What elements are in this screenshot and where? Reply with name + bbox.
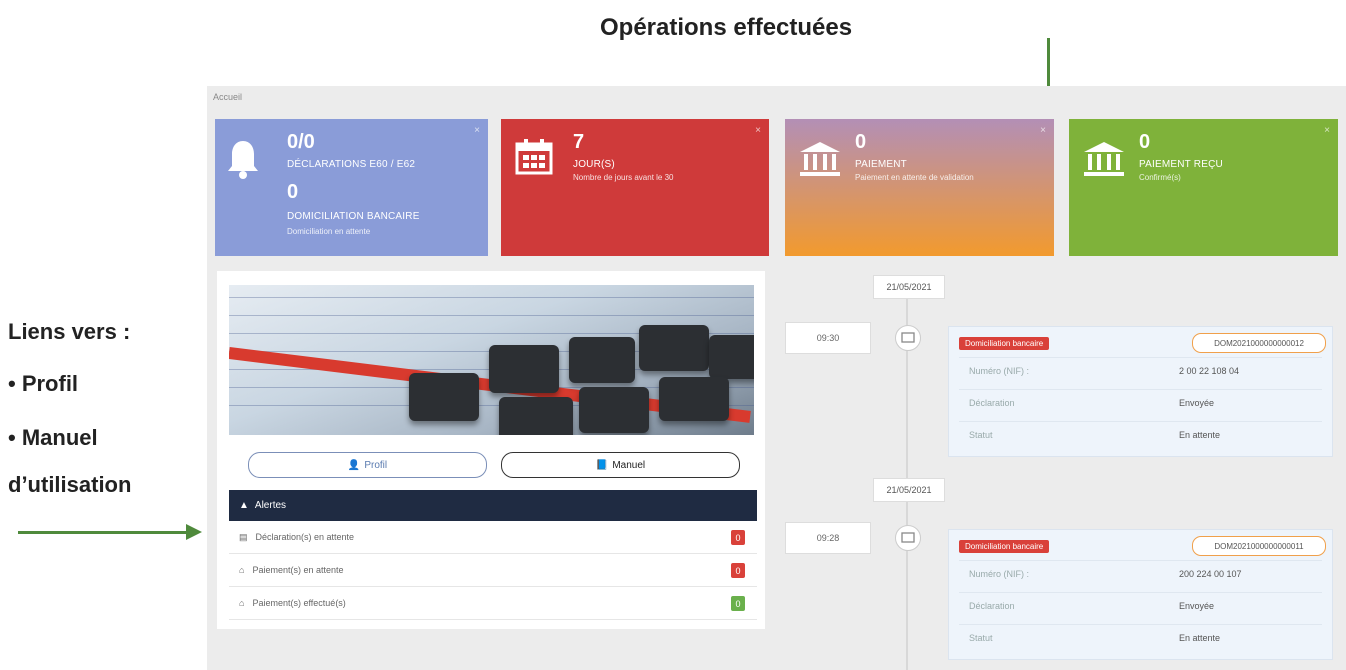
operation-row: Numéro (NIF) : 200 224 00 107 <box>959 560 1322 587</box>
operation-row-key: Déclaration <box>969 398 1015 408</box>
tile-paiement[interactable]: × 0 PAIEMENT Paiement en attente de vali… <box>785 119 1054 256</box>
operation-row-key: Numéro (NIF) : <box>969 569 1030 579</box>
annotation-arrow-right-head <box>186 524 202 540</box>
operation-row: Statut En attente <box>959 421 1322 448</box>
declarations-label: DÉCLARATIONS E60 / E62 <box>287 159 416 170</box>
alert-item-label: Paiement(s) en attente <box>252 565 344 575</box>
bank-icon: ⌂ <box>239 565 245 575</box>
annotation-title: Opérations effectuées <box>600 14 853 41</box>
tile-paiement-recu[interactable]: × 0 PAIEMENT REÇU Confirmé(s) <box>1069 119 1338 256</box>
paiement-recu-label: PAIEMENT REÇU <box>1139 159 1223 170</box>
profil-button[interactable]: 👤 Profil <box>248 452 487 478</box>
domiciliation-label: DOMICILIATION BANCAIRE <box>287 211 420 222</box>
book-icon: 📘 <box>595 459 609 471</box>
annotation-link-profil: • Profil <box>8 371 79 396</box>
operation-reference[interactable]: DOM2021000000000011 <box>1192 536 1326 556</box>
operation-row-key: Déclaration <box>969 601 1015 611</box>
alert-icon: ▲ <box>239 500 249 511</box>
operation-row-value: Envoyée <box>1179 398 1215 408</box>
app-screenshot: Accueil × 0/0 DÉCLARATIONS E60 / E62 0 D… <box>207 86 1346 670</box>
annotation-links-heading: Liens vers : <box>8 319 131 344</box>
alerts-title: Alertes <box>254 500 287 511</box>
jours-sub: Nombre de jours avant le 30 <box>573 173 674 182</box>
breadcrumb[interactable]: Accueil <box>213 92 242 102</box>
operation-card[interactable]: Domiciliation bancaire DOM20210000000000… <box>948 326 1333 457</box>
bank-icon: ⌂ <box>239 598 245 608</box>
tile-declarations[interactable]: × 0/0 DÉCLARATIONS E60 / E62 0 DOMICILIA… <box>215 119 488 256</box>
alert-item[interactable]: ⌂ Paiement(s) effectué(s) 0 <box>229 587 757 620</box>
jours-count: 7 <box>573 131 585 153</box>
manuel-button[interactable]: 📘 Manuel <box>501 452 740 478</box>
paiement-recu-sub: Confirmé(s) <box>1139 173 1181 182</box>
user-icon: 👤 <box>347 459 361 471</box>
timeline-date: 21/05/2021 <box>873 275 945 299</box>
alert-item[interactable]: ▤ Déclaration(s) en attente 0 <box>229 521 757 554</box>
timeline-time: 09:30 <box>785 322 871 354</box>
alert-count-badge: 0 <box>731 530 745 545</box>
operation-row-key: Numéro (NIF) : <box>969 366 1030 376</box>
banner-image <box>229 285 754 435</box>
alert-item-label: Déclaration(s) en attente <box>255 532 355 542</box>
operation-row-key: Statut <box>969 430 993 440</box>
operation-row: Numéro (NIF) : 2 00 22 108 04 <box>959 357 1322 384</box>
alert-item[interactable]: ⌂ Paiement(s) en attente 0 <box>229 554 757 587</box>
operation-row-value: Envoyée <box>1179 601 1215 611</box>
operation-type-badge: Domiciliation bancaire <box>959 540 1050 553</box>
timeline-date: 21/05/2021 <box>873 478 945 502</box>
message-icon <box>895 525 921 551</box>
alert-item-label: Paiement(s) effectué(s) <box>252 598 346 608</box>
tile-jours[interactable]: × 7 JOUR(S) Nombre de jours avant le 30 <box>501 119 769 256</box>
close-icon[interactable]: × <box>755 125 761 136</box>
operation-row: Déclaration Envoyée <box>959 592 1322 619</box>
close-icon[interactable]: × <box>1324 125 1330 136</box>
profile-card: 👤 Profil 📘 Manuel ▲ Alertes ▤ Déclaratio… <box>217 271 765 629</box>
bell-icon <box>228 141 258 179</box>
manuel-label: Manuel <box>612 459 646 471</box>
bank-icon <box>800 142 840 176</box>
message-icon <box>895 325 921 351</box>
operation-row-value: 200 224 00 107 <box>1179 569 1242 579</box>
operation-row-value: En attente <box>1179 633 1221 643</box>
close-icon[interactable]: × <box>474 125 480 136</box>
operation-row-key: Statut <box>969 633 993 643</box>
close-icon[interactable]: × <box>1040 125 1046 136</box>
profil-label: Profil <box>364 459 388 471</box>
paiement-label: PAIEMENT <box>855 159 907 170</box>
alerts-header: ▲ Alertes <box>229 490 757 521</box>
domiciliation-sub: Domiciliation en attente <box>287 227 371 236</box>
timeline-time: 09:28 <box>785 522 871 554</box>
operation-type-badge: Domiciliation bancaire <box>959 337 1050 350</box>
declarations-count: 0/0 <box>287 131 315 153</box>
calendar-icon <box>515 139 553 175</box>
alert-count-badge: 0 <box>731 563 745 578</box>
jours-label: JOUR(S) <box>573 159 615 170</box>
paiement-count: 0 <box>855 131 867 153</box>
operation-row-value: 2 00 22 108 04 <box>1179 366 1240 376</box>
operation-row: Statut En attente <box>959 624 1322 651</box>
annotation-link-manuel: • Manuel <box>8 425 98 450</box>
annotation-link-manuel-cont: d’utilisation <box>8 472 132 497</box>
annotation-arrow-right <box>18 531 188 534</box>
paiement-sub: Paiement en attente de validation <box>855 173 974 182</box>
operation-row: Déclaration Envoyée <box>959 389 1322 416</box>
alert-count-badge: 0 <box>731 596 745 611</box>
bank-icon <box>1084 142 1124 176</box>
operation-row-value: En attente <box>1179 430 1221 440</box>
operation-card[interactable]: Domiciliation bancaire DOM20210000000000… <box>948 529 1333 660</box>
document-icon: ▤ <box>239 531 248 542</box>
operation-reference[interactable]: DOM2021000000000012 <box>1192 333 1326 353</box>
domiciliation-count: 0 <box>287 181 299 203</box>
paiement-recu-count: 0 <box>1139 131 1151 153</box>
